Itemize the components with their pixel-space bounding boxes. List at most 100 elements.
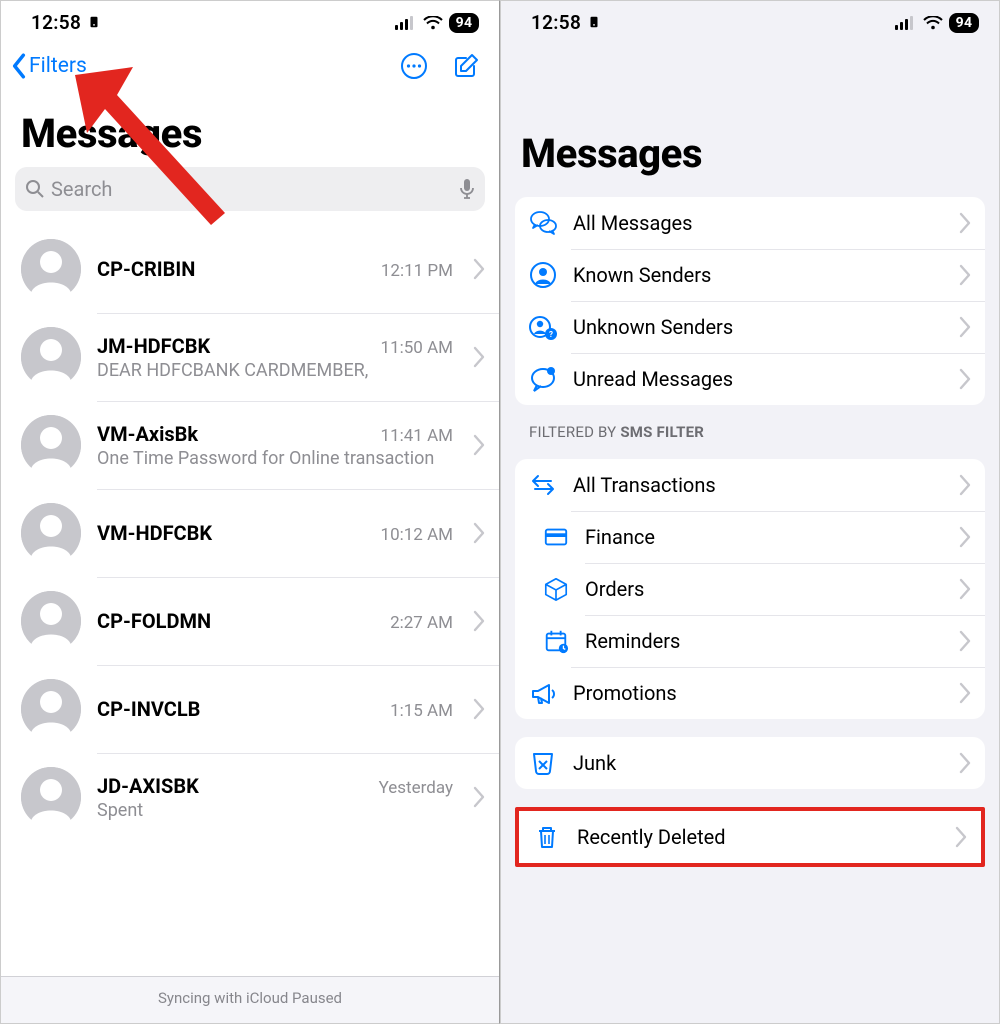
chevron-right-icon (473, 258, 485, 280)
conversation-preview: DEAR HDFCBANK CARDMEMBER, (97, 360, 453, 381)
cell-signal-icon (895, 16, 917, 30)
conversation-name: JM-HDFCBK (97, 334, 210, 358)
person-circle-icon (529, 261, 557, 289)
screen-filters: 12:58 94 Messages All Messages Known Sen… (500, 0, 1000, 1024)
chevron-right-icon (955, 826, 967, 848)
status-bar: 12:58 94 (1, 1, 499, 40)
chevron-right-icon (959, 578, 971, 600)
search-icon (25, 179, 45, 199)
search-placeholder: Search (51, 177, 453, 201)
nav-bar: Filters (1, 40, 499, 88)
calendar-icon (543, 628, 569, 654)
chevron-right-icon (473, 698, 485, 720)
avatar (21, 679, 81, 739)
conversation-row[interactable]: JM-HDFCBK 11:50 AM DEAR HDFCBANK CARDMEM… (1, 313, 499, 401)
filter-label: Promotions (573, 681, 943, 705)
filter-row-all-messages[interactable]: All Messages (515, 197, 985, 249)
arrows-icon (529, 471, 557, 499)
back-button[interactable]: Filters (11, 53, 87, 79)
filter-row-finance[interactable]: Finance (515, 511, 985, 563)
megaphone-icon (529, 679, 557, 707)
filter-label: Orders (585, 577, 943, 601)
header-prefix: FILTERED BY (529, 423, 620, 441)
filter-row-unread-messages[interactable]: Unread Messages (515, 353, 985, 405)
conversation-time: 10:12 AM (381, 525, 453, 545)
status-bar: 12:58 94 (501, 1, 999, 40)
box-icon (543, 576, 569, 602)
page-title: Messages (1, 88, 499, 167)
filter-group-junk: Junk (515, 737, 985, 789)
avatar (21, 591, 81, 651)
filter-label: Unread Messages (573, 367, 943, 391)
filter-row-known-senders[interactable]: Known Senders (515, 249, 985, 301)
chevron-right-icon (473, 346, 485, 368)
status-time: 12:58 (31, 11, 81, 34)
chevron-left-icon (11, 53, 27, 79)
conversation-time: 2:27 AM (390, 613, 453, 633)
avatar (21, 239, 81, 299)
avatar (21, 415, 81, 475)
filter-group-sms: All Transactions Finance Orders Reminder… (515, 459, 985, 719)
filter-row-all-transactions[interactable]: All Transactions (515, 459, 985, 511)
filter-row-reminders[interactable]: Reminders (515, 615, 985, 667)
battery-level: 94 (449, 13, 479, 33)
conversation-row[interactable]: VM-AxisBk 11:41 AM One Time Password for… (1, 401, 499, 489)
wifi-icon (423, 16, 443, 30)
sync-status: Syncing with iCloud Paused (1, 976, 499, 1023)
filter-row-orders[interactable]: Orders (515, 563, 985, 615)
card-icon (543, 524, 569, 550)
filter-row-promotions[interactable]: Promotions (515, 667, 985, 719)
chevron-right-icon (959, 526, 971, 548)
conversation-name: CP-INVCLB (97, 697, 200, 721)
chevron-right-icon (473, 434, 485, 456)
back-label: Filters (29, 54, 87, 78)
filter-row-unknown-senders[interactable]: Unknown Senders (515, 301, 985, 353)
filter-label: Finance (585, 525, 943, 549)
chevron-right-icon (959, 682, 971, 704)
page-title: Messages (501, 40, 999, 187)
trash-icon (533, 823, 561, 851)
bubbles-icon (529, 209, 557, 237)
filter-label: Junk (573, 751, 943, 775)
conversation-preview: One Time Password for Online transaction (97, 448, 453, 469)
status-time: 12:58 (531, 11, 581, 34)
conversation-time: 12:11 PM (381, 261, 453, 281)
conversation-row[interactable]: CP-FOLDMN 2:27 AM (1, 577, 499, 665)
privacy-indicator-icon (87, 11, 101, 34)
chevron-right-icon (473, 786, 485, 808)
compose-icon (452, 52, 480, 80)
conversation-time: 11:41 AM (381, 426, 453, 446)
conversation-row[interactable]: VM-HDFCBK 10:12 AM (1, 489, 499, 577)
more-button[interactable] (399, 51, 429, 81)
filter-label: All Transactions (573, 473, 943, 497)
privacy-indicator-icon (587, 11, 601, 34)
filter-label: Reminders (585, 629, 943, 653)
conversation-list: CP-CRIBIN 12:11 PM JM-HDFCBK 11:50 AM DE… (1, 217, 499, 841)
chevron-right-icon (959, 752, 971, 774)
conversation-row[interactable]: CP-INVCLB 1:15 AM (1, 665, 499, 753)
conversation-name: CP-CRIBIN (97, 257, 195, 281)
conversation-name: VM-AxisBk (97, 422, 198, 446)
conversation-row[interactable]: CP-CRIBIN 12:11 PM (1, 225, 499, 313)
filter-row-recently-deleted[interactable]: Recently Deleted (519, 811, 981, 863)
filter-label: Unknown Senders (573, 315, 943, 339)
avatar (21, 767, 81, 827)
filter-row-junk[interactable]: Junk (515, 737, 985, 789)
mic-icon[interactable] (459, 178, 475, 200)
person-question-icon (529, 313, 557, 341)
conversation-time: 1:15 AM (390, 701, 453, 721)
chevron-right-icon (959, 630, 971, 652)
bubble-dot-icon (529, 365, 557, 393)
conversation-row[interactable]: JD-AXISBK Yesterday Spent (1, 753, 499, 841)
filter-group-header: FILTERED BY SMS FILTER (501, 423, 999, 449)
chevron-right-icon (959, 316, 971, 338)
battery-level: 94 (949, 13, 979, 33)
conversation-name: JD-AXISBK (97, 774, 199, 798)
ellipsis-circle-icon (400, 52, 428, 80)
wifi-icon (923, 16, 943, 30)
chevron-right-icon (959, 212, 971, 234)
junk-icon (529, 749, 557, 777)
search-input[interactable]: Search (15, 167, 485, 211)
compose-button[interactable] (451, 51, 481, 81)
avatar (21, 503, 81, 563)
